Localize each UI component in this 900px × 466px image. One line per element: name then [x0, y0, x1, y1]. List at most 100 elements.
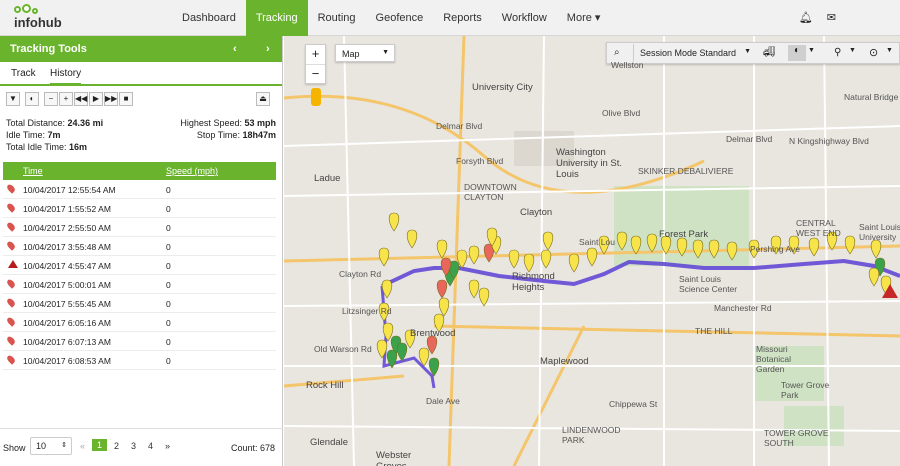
map-marker[interactable]	[436, 279, 448, 299]
map-label: Delmar Blvd	[726, 134, 773, 144]
vehicle-icon[interactable]: 🚚︎	[763, 47, 776, 58]
red-pin-icon	[5, 316, 17, 327]
chevron-left-icon[interactable]: ‹	[233, 36, 237, 62]
caret-down-icon[interactable]: ▼	[886, 47, 893, 54]
page-4[interactable]: 4	[148, 441, 153, 451]
filter-icon[interactable]: ▼	[6, 92, 20, 106]
column-time[interactable]: Time	[23, 166, 43, 176]
map-marker[interactable]	[808, 237, 820, 257]
eye-slash-icon[interactable]: ◐	[788, 45, 806, 61]
nav-reports[interactable]: Reports	[433, 0, 492, 36]
map-marker[interactable]	[388, 212, 400, 232]
map-marker[interactable]	[406, 229, 418, 249]
map-marker[interactable]	[870, 239, 882, 259]
page-1[interactable]: 1	[92, 439, 108, 451]
page-3[interactable]: 3	[131, 441, 136, 451]
zoom-in-icon[interactable]: +	[59, 92, 73, 106]
map-pin-icon[interactable]: ⚲	[834, 47, 841, 58]
page-next[interactable]: »	[165, 441, 170, 451]
map-label: Clayton	[520, 207, 553, 218]
table-row[interactable]: 10/04/2017 3:55:48 AM 0	[3, 237, 276, 256]
map-marker[interactable]	[542, 231, 554, 251]
map-marker[interactable]	[436, 239, 448, 259]
map-marker[interactable]	[586, 247, 598, 267]
cell-speed: 0	[166, 242, 171, 252]
cell-speed: 0	[166, 318, 171, 328]
play-icon[interactable]: ▶	[89, 92, 103, 106]
table-row[interactable]: 10/04/2017 2:55:50 AM 0	[3, 218, 276, 237]
map-label: Wellston	[611, 60, 644, 70]
nav-more[interactable]: More ▾	[557, 0, 611, 36]
red-pin-icon	[5, 240, 17, 251]
map-marker[interactable]	[378, 247, 390, 267]
map-label: Ladue	[314, 173, 341, 184]
red-pin-icon	[5, 335, 17, 346]
map-marker[interactable]	[468, 279, 480, 299]
session-mode-select[interactable]: Session Mode Standard ▼	[633, 44, 757, 62]
page-2[interactable]: 2	[114, 441, 119, 451]
nav-tracking[interactable]: Tracking	[245, 0, 308, 36]
stop-icon[interactable]: ■	[119, 92, 133, 106]
map-marker[interactable]	[396, 342, 408, 362]
nav-workflow[interactable]: Workflow	[492, 0, 557, 36]
search-icon[interactable]: ⌕	[614, 47, 620, 58]
map-label: N Kingshighway Blvd	[789, 136, 869, 146]
tab-track[interactable]: Track	[11, 68, 36, 79]
table-row[interactable]: 10/04/2017 4:55:47 AM 0	[3, 256, 276, 275]
page-size-select[interactable]: 10 ⇕	[30, 437, 72, 455]
cell-time: 10/04/2017 6:07:13 AM	[23, 337, 111, 347]
chevron-right-icon[interactable]: ›	[266, 36, 270, 62]
map-marker[interactable]	[540, 249, 552, 269]
cell-speed: 0	[166, 204, 171, 214]
page-prev[interactable]: «	[80, 441, 85, 451]
infohub-logo[interactable]: infohub	[10, 4, 80, 32]
highway	[512, 325, 586, 466]
envelope-icon[interactable]: ✉	[827, 11, 836, 24]
nav-routing[interactable]: Routing	[308, 0, 366, 36]
map-marker[interactable]	[844, 235, 856, 255]
table-row[interactable]: 10/04/2017 1:55:52 AM 0	[3, 199, 276, 218]
map-marker[interactable]	[568, 253, 580, 273]
table-row[interactable]: 10/04/2017 6:07:13 AM 0	[3, 332, 276, 351]
table-row[interactable]: 10/04/2017 6:08:53 AM 0	[3, 351, 276, 370]
zoom-out-icon[interactable]: −	[44, 92, 58, 106]
export-icon[interactable]: ⏏	[256, 92, 270, 106]
tab-history[interactable]: History	[50, 68, 82, 85]
map-label: Richmond Heights	[512, 271, 555, 293]
map-marker[interactable]	[508, 249, 520, 269]
street-view-pegman-icon[interactable]	[311, 88, 321, 106]
map-label: Tower Grove Park	[781, 380, 830, 400]
locate-icon[interactable]: ⊙	[869, 46, 878, 59]
nav-geofence[interactable]: Geofence	[366, 0, 434, 36]
map-label: Chippewa St	[609, 399, 658, 409]
nav-dashboard[interactable]: Dashboard	[172, 0, 246, 36]
map-label: Olive Blvd	[602, 108, 641, 118]
panel-header: Tracking Tools ‹ ›	[0, 36, 282, 62]
zoom-control: + −	[305, 44, 326, 84]
map-marker[interactable]	[468, 245, 480, 265]
bell-icon[interactable]: 🔔︎	[799, 11, 813, 24]
table-row[interactable]: 10/04/2017 5:55:45 AM 0	[3, 294, 276, 313]
map-type-select[interactable]: Map ▼	[335, 44, 395, 62]
red-pin-icon	[5, 354, 17, 365]
eye-slash-icon[interactable]: ◐	[25, 92, 39, 106]
table-row[interactable]: 10/04/2017 12:55:54 AM 0	[3, 180, 276, 199]
logo-text: infohub	[14, 15, 62, 30]
cell-time: 10/04/2017 6:05:16 AM	[23, 318, 111, 328]
map-type-value: Map	[342, 49, 360, 59]
zoom-out-button[interactable]: −	[306, 65, 325, 84]
map-marker[interactable]	[523, 253, 535, 273]
zoom-in-button[interactable]: +	[306, 45, 325, 65]
map-view[interactable]: + − Map ▼ ⌕ Session Mode Standard ▼ 🚚︎ ◐…	[284, 36, 900, 466]
map-marker[interactable]	[868, 267, 880, 287]
cell-speed: 0	[166, 356, 171, 366]
column-speed[interactable]: Speed (mph)	[166, 166, 218, 176]
rewind-icon[interactable]: ◀◀	[74, 92, 88, 106]
table-row[interactable]: 10/04/2017 5:00:01 AM 0	[3, 275, 276, 294]
map-marker[interactable]	[478, 287, 490, 307]
fast-forward-icon[interactable]: ▶▶	[104, 92, 118, 106]
caret-down-icon[interactable]: ▼	[808, 47, 815, 54]
caret-down-icon[interactable]: ▼	[849, 47, 856, 54]
table-row[interactable]: 10/04/2017 6:05:16 AM 0	[3, 313, 276, 332]
map-marker[interactable]	[438, 297, 450, 317]
